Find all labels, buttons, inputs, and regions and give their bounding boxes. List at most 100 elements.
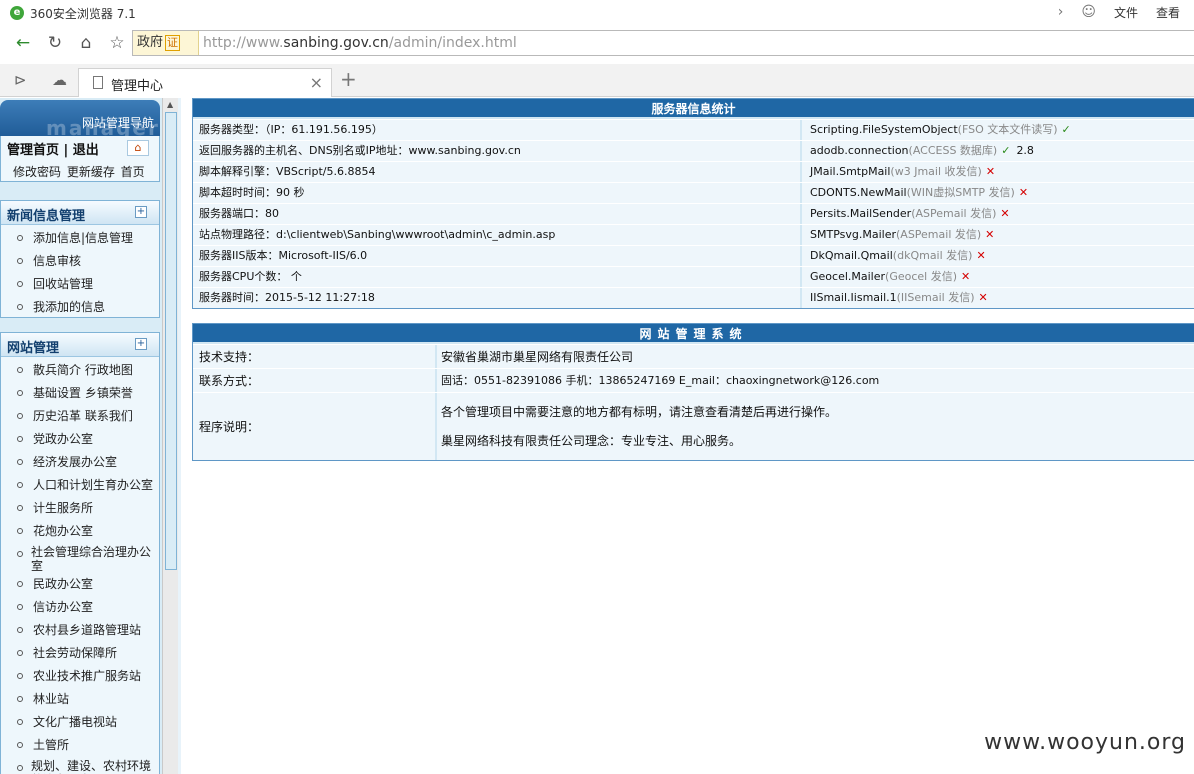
scrollbar-thumb[interactable]: [165, 112, 177, 570]
component-desc: (ACCESS 数据库): [908, 144, 998, 157]
browser-logo-icon: e: [10, 6, 24, 20]
collapse-icon[interactable]: +: [135, 206, 147, 218]
cross-icon: ✕: [978, 291, 988, 304]
home-sub-links[interactable]: 修改密码 更新缓存 首页: [13, 163, 145, 180]
browser-titlebar: e 360安全浏览器 7.1 › ☺ 文件 查看: [0, 0, 1194, 26]
chevron-right-icon[interactable]: ›: [1058, 4, 1064, 21]
home-icon[interactable]: ⌂: [73, 31, 99, 55]
cert-icon: 证: [165, 35, 181, 51]
sidebar-header-title: 网站管理导航: [81, 116, 154, 130]
bullet-icon: [17, 367, 23, 373]
sidebar-item-site[interactable]: 基础设置 乡镇荣誉: [1, 384, 159, 407]
contact-value: 固话：0551-82391086 手机：13865247169 E_mail：c…: [437, 369, 1194, 392]
sidebar-item-site[interactable]: 计生服务所: [1, 499, 159, 522]
tab-admin-center[interactable]: 管理中心 ×: [78, 68, 332, 97]
frame-divider: [178, 98, 181, 774]
url-domain: sanbing.gov.cn: [283, 35, 389, 51]
sidebar-item-site[interactable]: 人口和计划生育办公室: [1, 476, 159, 499]
note-label: 程序说明：: [193, 393, 435, 460]
sidebar-item-info-review[interactable]: 信息审核: [1, 252, 159, 275]
cross-icon: ✕: [985, 228, 995, 241]
home-logout-links[interactable]: 管理首页 | 退出: [7, 139, 99, 158]
sidebar-item-site[interactable]: 党政办公室: [1, 430, 159, 453]
sidebar-item-site[interactable]: 经济发展办公室: [1, 453, 159, 476]
sidebar-item-site[interactable]: 花炮办公室: [1, 522, 159, 545]
server-info-text: 脚本解释引擎：VBScript/5.6.8854: [193, 162, 800, 182]
url-text[interactable]: http://www.sanbing.gov.cn/admin/index.ht…: [203, 35, 517, 51]
note-line-2: 巢星网络科技有限责任公司理念：专业专注、用心服务。: [441, 434, 742, 448]
sidebar-item-site[interactable]: 林业站: [1, 690, 159, 713]
menu-file[interactable]: 文件: [1114, 4, 1138, 21]
bullet-icon: [17, 696, 23, 702]
sidebar-toggle-icon[interactable]: ⊳: [14, 71, 27, 89]
sidebar-item-site[interactable]: 历史沿革 联系我们: [1, 407, 159, 430]
cross-icon: ✕: [1018, 186, 1029, 199]
note-value: 各个管理项目中需要注意的地方都有标明，请注意查看清楚后再进行操作。 巢星网络科技…: [437, 393, 1194, 460]
component-name: SMTPsvg.Mailer: [810, 228, 896, 241]
sidebar-item-site[interactable]: 社会劳动保障所: [1, 644, 159, 667]
menu-view[interactable]: 查看: [1156, 4, 1180, 21]
tab-bar: ⊳ ☁ 管理中心 × +: [0, 64, 1194, 97]
component-status: Persits.MailSender(ASPemail 发信) ✕: [802, 204, 1194, 224]
component-status: DkQmail.Qmail(dkQmail 发信) ✕: [802, 246, 1194, 266]
refresh-icon[interactable]: ↻: [42, 31, 68, 55]
cross-icon: ✕: [1000, 207, 1010, 220]
sidebar-scrollbar[interactable]: ▲: [162, 98, 178, 774]
note-row: 程序说明： 各个管理项目中需要注意的地方都有标明，请注意查看清楚后再进行操作。 …: [193, 392, 1194, 460]
home-icon[interactable]: ⌂: [127, 140, 149, 156]
bullet-icon: [17, 742, 23, 748]
sidebar-item-site[interactable]: 农业技术推广服务站: [1, 667, 159, 690]
server-info-text: 服务器端口：80: [193, 204, 800, 224]
cert-label: 政府: [137, 35, 164, 50]
component-desc: (ASPemail 发信): [896, 228, 982, 241]
main-content: 服务器信息统计 服务器类型：（IP：61.191.56.195） Scriptin…: [192, 98, 1194, 461]
server-info-row: 服务器IIS版本：Microsoft-IIS/6.0 DkQmail.Qmail(…: [193, 245, 1194, 266]
url-prefix: http://www.: [203, 35, 284, 51]
address-bar[interactable]: 政府证 http://www.sanbing.gov.cn/admin/inde…: [132, 30, 1194, 56]
sidebar-item-site[interactable]: 土管所: [1, 736, 159, 759]
bullet-icon: [17, 436, 23, 442]
sidebar-item-site[interactable]: 民政办公室: [1, 575, 159, 598]
favorite-star-icon[interactable]: ☆: [104, 31, 130, 55]
bullet-icon: [17, 581, 23, 587]
cross-icon: ✕: [961, 270, 971, 283]
check-icon: ✓: [1061, 123, 1071, 136]
sidebar-item-site[interactable]: 散兵简介 行政地图: [1, 361, 159, 384]
government-cert-badge[interactable]: 政府证: [133, 31, 199, 55]
sidebar-item-recycle-bin[interactable]: 回收站管理: [1, 275, 159, 298]
sidebar-item-site[interactable]: 信访办公室: [1, 598, 159, 621]
server-info-text: 脚本超时时间：90 秒: [193, 183, 800, 203]
contact-label: 联系方式：: [193, 369, 435, 392]
component-name: Geocel.Mailer: [810, 270, 886, 283]
user-icon[interactable]: ☺: [1081, 4, 1096, 21]
server-info-title: 服务器信息统计: [193, 99, 1194, 119]
sidebar-item-add-info[interactable]: 添加信息|信息管理: [1, 229, 159, 252]
system-info-title: 网站管理系统: [193, 324, 1194, 344]
server-info-row: 站点物理路径：d:\clientweb\Sanbing\wwwroot\admi…: [193, 224, 1194, 245]
cloud-icon[interactable]: ☁: [52, 71, 67, 89]
sidebar-item-my-info[interactable]: 我添加的信息: [1, 298, 159, 321]
wooyun-watermark: www.wooyun.org: [984, 730, 1186, 755]
server-info-table: 服务器信息统计 服务器类型：（IP：61.191.56.195） Scriptin…: [192, 98, 1194, 309]
server-info-text: 服务器CPU个数： 个: [193, 267, 800, 287]
scroll-up-icon[interactable]: ▲: [167, 100, 173, 109]
collapse-icon[interactable]: +: [135, 338, 147, 350]
url-path: /admin/index.html: [388, 35, 517, 51]
sidebar-item-site[interactable]: 规划、建设、农村环境整治办公室: [1, 759, 159, 774]
site-panel-header[interactable]: 网站管理 +: [1, 333, 159, 357]
browser-app-title: 360安全浏览器 7.1: [30, 7, 136, 21]
sidebar-item-site[interactable]: 文化广播电视站: [1, 713, 159, 736]
news-panel-header[interactable]: 新闻信息管理 +: [1, 201, 159, 225]
tab-title: 管理中心: [111, 79, 164, 94]
component-status: Geocel.Mailer(Geocel 发信) ✕: [802, 267, 1194, 287]
component-desc: (Geocel 发信): [885, 270, 958, 283]
new-tab-icon[interactable]: +: [340, 67, 357, 91]
note-line-1: 各个管理项目中需要注意的地方都有标明，请注意查看清楚后再进行操作。: [441, 405, 838, 419]
close-tab-icon[interactable]: ×: [310, 73, 323, 92]
sidebar-item-site[interactable]: 农村县乡道路管理站: [1, 621, 159, 644]
sidebar-item-site[interactable]: 社会管理综合治理办公室: [1, 545, 159, 575]
component-desc: (IISemail 发信): [896, 291, 975, 304]
bullet-icon: [17, 505, 23, 511]
support-row: 技术支持： 安徽省巢湖市巢星网络有限责任公司: [193, 344, 1194, 368]
back-icon[interactable]: ←: [10, 31, 36, 55]
